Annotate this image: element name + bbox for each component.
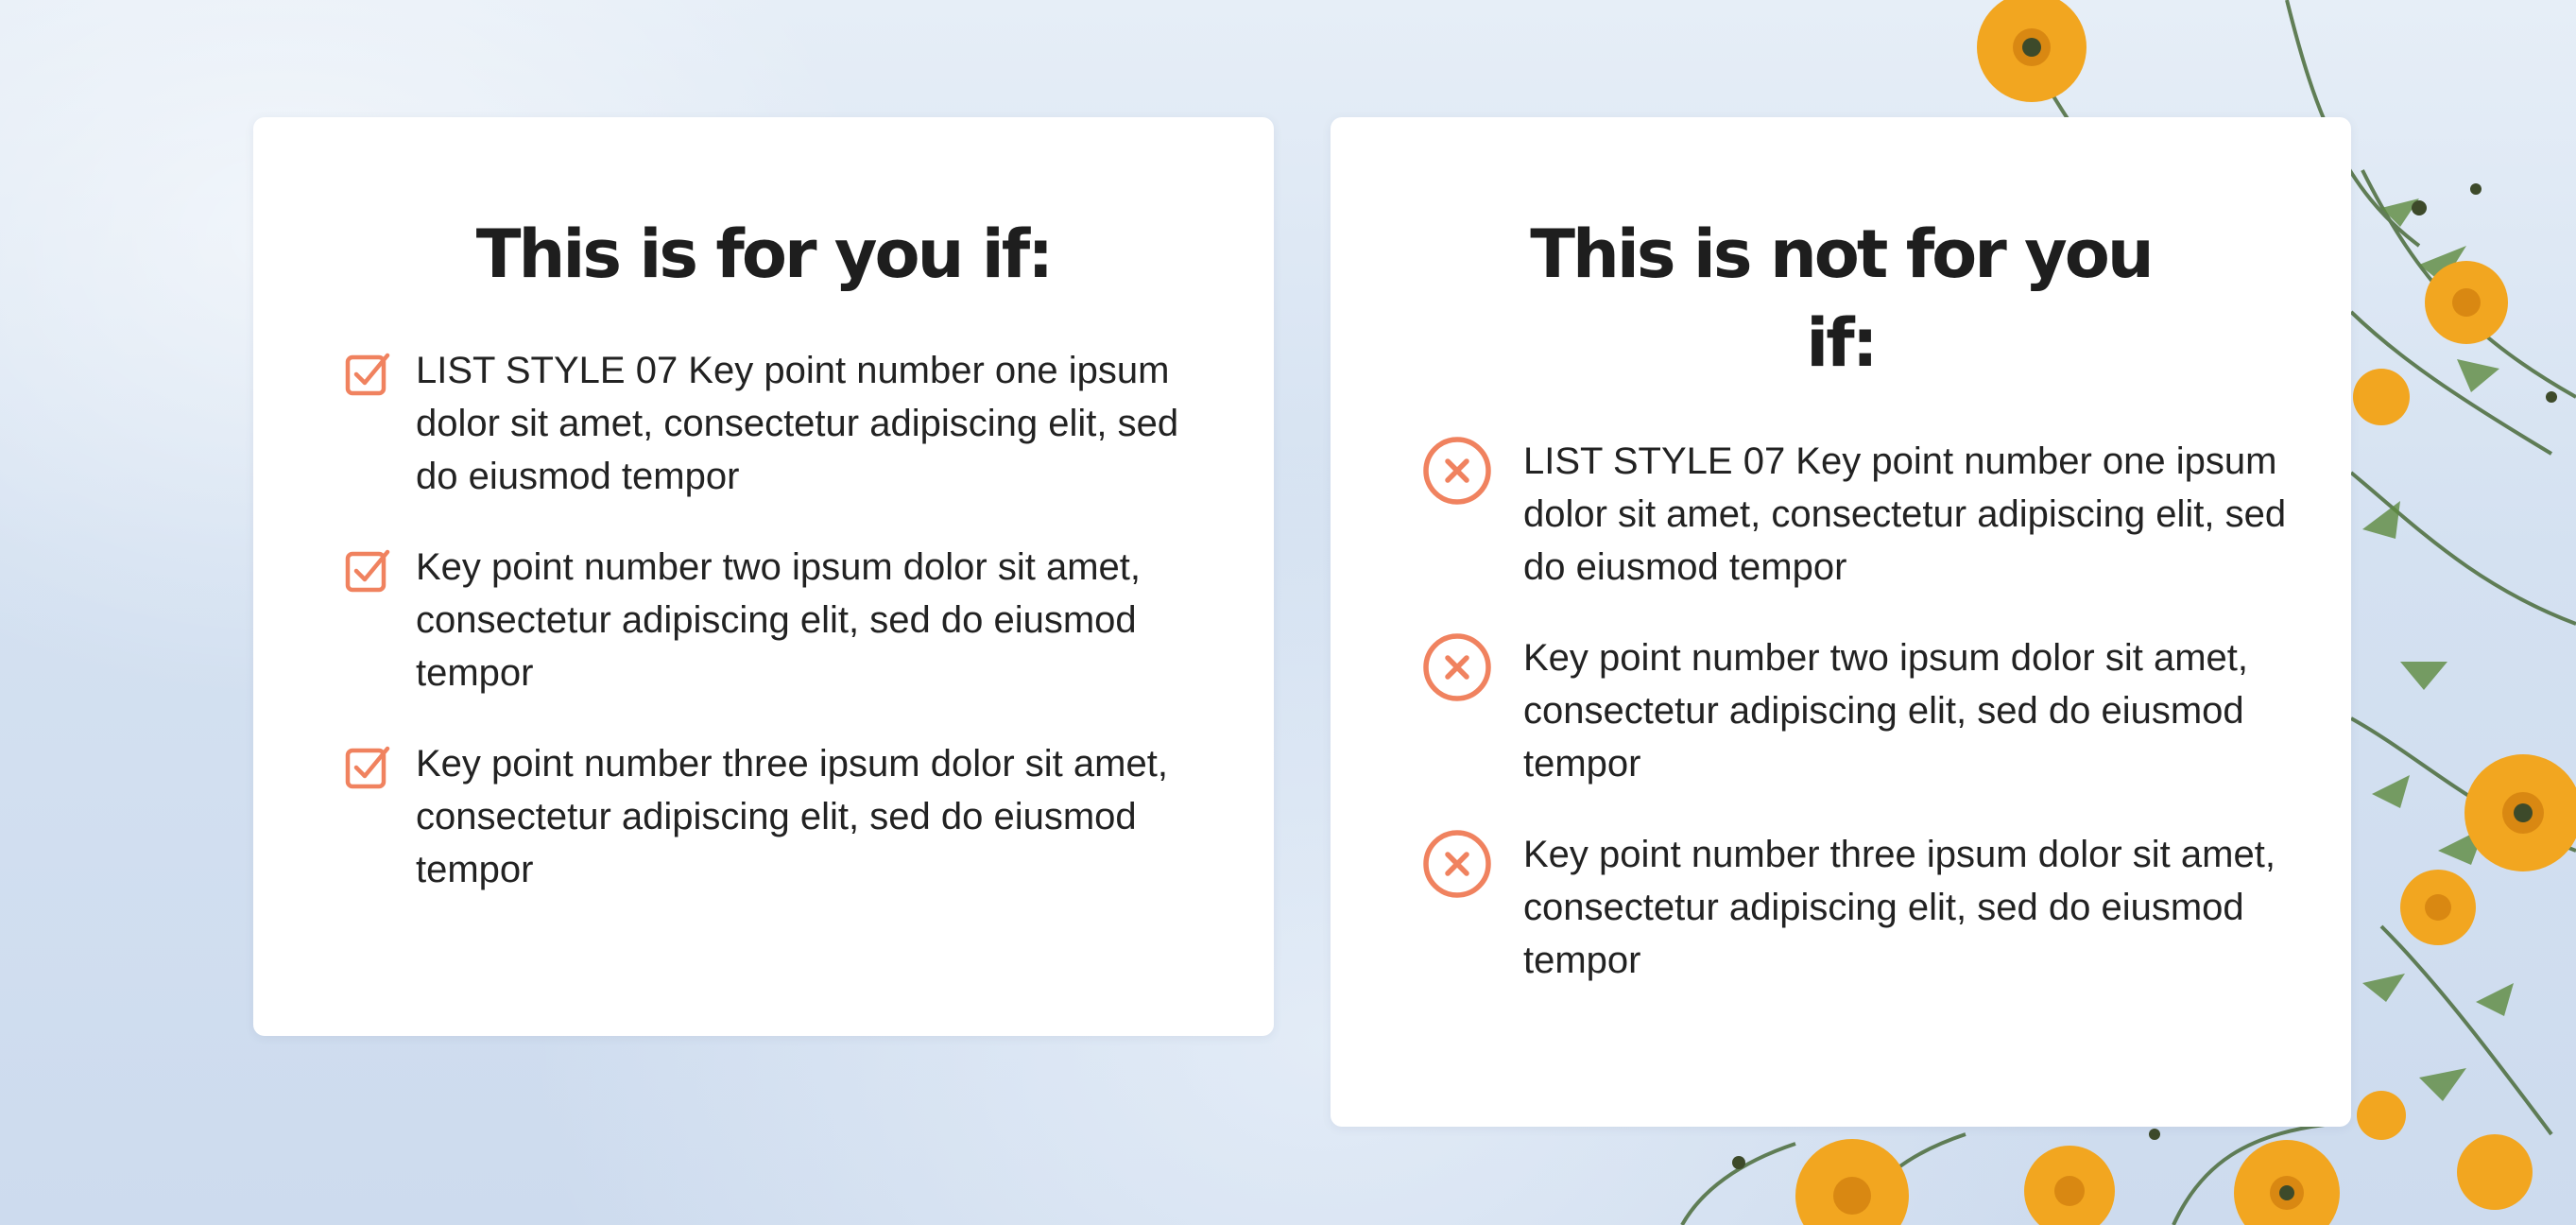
list-item-text: Key point number three ipsum dolor sit a… [416, 743, 1168, 890]
list-item: Key point number three ipsum dolor sit a… [1421, 828, 2291, 987]
checked-box-icon [345, 549, 390, 593]
circled-x-icon [1423, 633, 1491, 701]
list-item-text: LIST STYLE 07 Key point number one ipsum… [1523, 440, 2287, 588]
list-item: LIST STYLE 07 Key point number one ipsum… [344, 344, 1194, 503]
list-item-text: Key point number three ipsum dolor sit a… [1523, 834, 2275, 981]
circled-x-icon [1423, 830, 1491, 898]
list-item-text: Key point number two ipsum dolor sit ame… [1523, 637, 2249, 785]
list-item-text: LIST STYLE 07 Key point number one ipsum… [416, 350, 1179, 497]
circled-x-icon [1423, 437, 1491, 505]
list-item: Key point number three ipsum dolor sit a… [344, 737, 1194, 896]
list-item: LIST STYLE 07 Key point number one ipsum… [1421, 435, 2291, 594]
checked-box-icon [345, 353, 390, 396]
for-you-card: This is for you if: LIST STYLE 07 Key po… [253, 117, 1274, 1036]
list-item: Key point number two ipsum dolor sit ame… [344, 541, 1194, 699]
list-item: Key point number two ipsum dolor sit ame… [1421, 631, 2291, 790]
checked-box-icon [345, 746, 390, 789]
not-for-you-list: LIST STYLE 07 Key point number one ipsum… [1421, 435, 2291, 987]
list-item-text: Key point number two ipsum dolor sit ame… [416, 546, 1142, 694]
for-you-list: LIST STYLE 07 Key point number one ipsum… [344, 344, 1194, 896]
not-for-you-card: This is not for you if: LIST STYLE 07 Ke… [1331, 117, 2351, 1127]
for-you-title: This is for you if: [475, 216, 1054, 293]
not-for-you-title: This is not for you if: [1530, 216, 2154, 382]
